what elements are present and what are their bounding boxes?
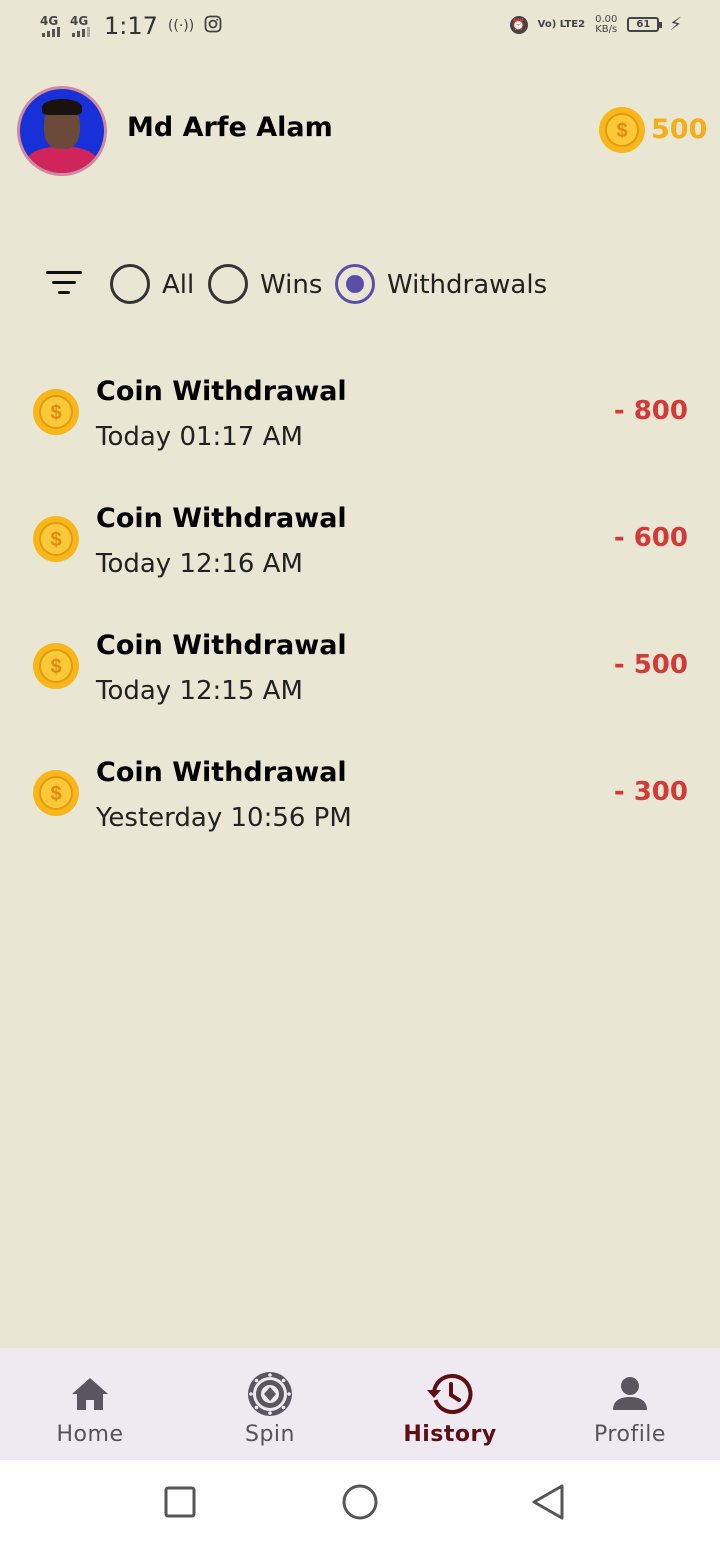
nav-profile[interactable]: Profile — [540, 1348, 720, 1460]
back-triangle-icon[interactable] — [528, 1482, 568, 1522]
battery-level: 61 — [636, 19, 651, 30]
avatar-shirt — [26, 147, 98, 173]
filter-icon[interactable] — [46, 271, 82, 299]
nav-history-label: History — [403, 1422, 497, 1447]
signal-2: 4G — [70, 15, 90, 37]
list-item: $ Coin Withdrawal Today 01:17 AM - 800 — [0, 376, 720, 476]
signal-1: 4G — [40, 15, 60, 37]
instagram-icon — [204, 15, 222, 37]
signal-bars-icon — [42, 27, 60, 37]
coin-icon: $ — [598, 106, 646, 154]
hotspot-icon: ((·)) — [167, 18, 195, 34]
transaction-title: Coin Withdrawal — [96, 630, 347, 661]
battery-icon: 61 — [627, 17, 663, 32]
avatar-hair — [42, 99, 82, 115]
spin-wheel-icon — [246, 1370, 294, 1418]
system-navigation-bar — [0, 1460, 720, 1544]
alarm-icon: ⏰ — [509, 15, 528, 34]
transaction-amount: - 300 — [613, 777, 688, 807]
nav-home[interactable]: Home — [0, 1348, 180, 1460]
transaction-title: Coin Withdrawal — [96, 503, 347, 534]
home-icon — [66, 1370, 114, 1418]
network-type-2: 4G — [70, 14, 89, 28]
coin-icon: $ — [32, 388, 80, 436]
charging-icon: ⚡ — [669, 14, 682, 35]
filter-withdrawals-radio[interactable] — [335, 264, 375, 304]
transaction-amount: - 600 — [613, 523, 688, 553]
filter-withdrawals-label[interactable]: Withdrawals — [387, 270, 547, 300]
svg-text:$: $ — [50, 656, 61, 678]
home-circle-icon[interactable] — [340, 1482, 380, 1522]
list-item: $ Coin Withdrawal Yesterday 10:56 PM - 3… — [0, 757, 720, 857]
nav-history[interactable]: History — [360, 1348, 540, 1460]
transaction-amount: - 500 — [613, 650, 688, 680]
username: Md Arfe Alam — [127, 112, 333, 143]
transaction-time: Today 01:17 AM — [96, 422, 303, 452]
recent-apps-icon[interactable] — [160, 1482, 200, 1522]
clock: 1:17 — [104, 12, 158, 40]
svg-text:$: $ — [50, 402, 61, 424]
coin-icon: $ — [32, 769, 80, 817]
nav-home-label: Home — [56, 1422, 124, 1447]
bottom-navigation: Home Spin History Profile — [0, 1348, 720, 1460]
nav-spin-label: Spin — [245, 1422, 295, 1447]
nav-profile-label: Profile — [594, 1422, 666, 1447]
transaction-title: Coin Withdrawal — [96, 376, 347, 407]
list-item: $ Coin Withdrawal Today 12:15 AM - 500 — [0, 630, 720, 730]
svg-text:$: $ — [616, 120, 627, 142]
filter-wins-radio[interactable] — [208, 264, 248, 304]
transaction-time: Yesterday 10:56 PM — [96, 803, 352, 833]
svg-text:$: $ — [50, 529, 61, 551]
person-icon — [606, 1370, 654, 1418]
avatar[interactable] — [17, 86, 107, 176]
network-speed: 0.00 KB/s — [595, 14, 618, 35]
volte-indicator: Vo) LTE2 — [537, 18, 586, 30]
filter-wins-label[interactable]: Wins — [260, 270, 322, 300]
speed-unit: KB/s — [595, 23, 618, 35]
filter-all-label[interactable]: All — [162, 270, 194, 300]
nav-spin[interactable]: Spin — [180, 1348, 360, 1460]
signal-bars-icon — [72, 27, 90, 37]
coin-balance: 500 — [651, 114, 708, 145]
coin-icon: $ — [32, 515, 80, 563]
status-bar: 4G 4G 1:17 ((·)) ⏰ Vo) LTE2 0.00 KB/s 61… — [0, 0, 720, 56]
transaction-time: Today 12:16 AM — [96, 549, 303, 579]
history-icon — [426, 1370, 474, 1418]
network-type-1: 4G — [40, 14, 59, 28]
svg-text:$: $ — [50, 783, 61, 805]
coin-icon: $ — [32, 642, 80, 690]
transaction-time: Today 12:15 AM — [96, 676, 303, 706]
filter-all-radio[interactable] — [110, 264, 150, 304]
transaction-amount: - 800 — [613, 396, 688, 426]
list-item: $ Coin Withdrawal Today 12:16 AM - 600 — [0, 503, 720, 603]
transaction-title: Coin Withdrawal — [96, 757, 347, 788]
